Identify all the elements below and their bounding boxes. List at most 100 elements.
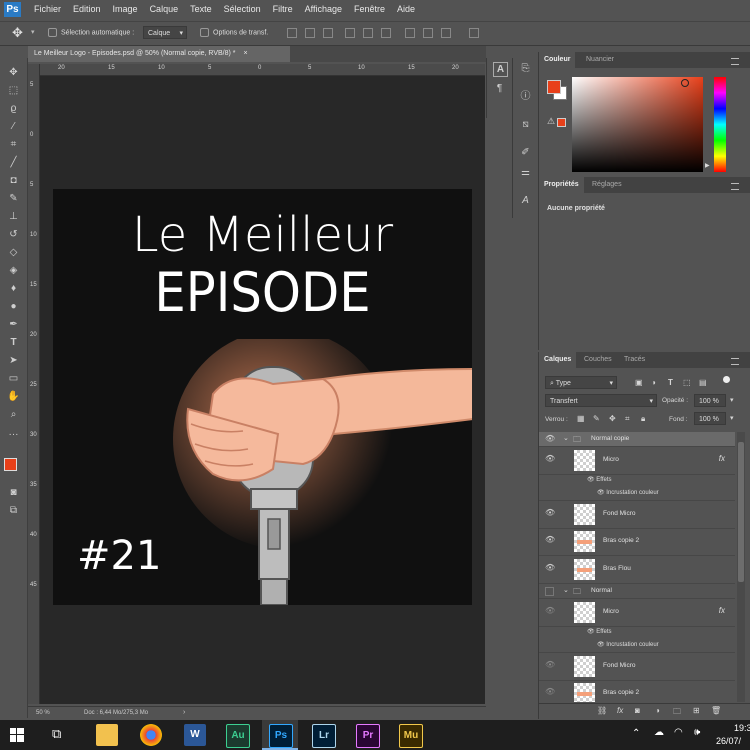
hue-slider[interactable]: [714, 77, 726, 172]
visibility-eye-icon[interactable]: 👁︎: [545, 688, 555, 696]
menu-affichage[interactable]: Affichage: [305, 4, 342, 14]
document-info[interactable]: Doc : 6,44 Mo/275,3 Mo: [84, 710, 148, 716]
chevron-down-icon[interactable]: ▾: [730, 396, 734, 404]
add-style-icon[interactable]: fx: [617, 706, 623, 715]
clock-time[interactable]: 19:3: [734, 723, 750, 733]
visibility-eye-icon[interactable]: 👁︎: [597, 642, 606, 648]
lock-artboard-icon[interactable]: ⌗: [625, 414, 630, 424]
tab-reglages[interactable]: Réglages: [587, 177, 627, 193]
path-select-tool-icon[interactable]: ➤: [6, 354, 21, 368]
eyedropper-tool-icon[interactable]: ╱: [6, 156, 21, 170]
distribute-vcenter-icon[interactable]: [423, 28, 433, 38]
visibility-eye-icon[interactable]: 👁︎: [545, 536, 555, 544]
menu-texte[interactable]: Texte: [190, 4, 212, 14]
menu-edition[interactable]: Edition: [73, 4, 101, 14]
panel-menu-icon[interactable]: [731, 183, 739, 190]
filter-toggle-icon[interactable]: [723, 376, 730, 383]
file-explorer-icon[interactable]: [96, 724, 118, 746]
align-hcenter-icon[interactable]: [363, 28, 373, 38]
layer-bras-copie-2[interactable]: 👁︎ Bras copie 2: [539, 680, 735, 702]
visibility-eye-icon[interactable]: 👁︎: [587, 629, 596, 635]
dodge-tool-icon[interactable]: ●: [6, 300, 21, 314]
healing-tool-icon[interactable]: ◘: [6, 174, 21, 188]
tab-calques[interactable]: Calques: [539, 352, 577, 368]
gradient-tool-icon[interactable]: ◈: [6, 264, 21, 278]
lock-transparent-icon[interactable]: ▦: [577, 414, 585, 423]
tab-nuancier[interactable]: Nuancier: [581, 52, 619, 68]
filter-type-icon[interactable]: T: [668, 378, 673, 387]
add-mask-icon[interactable]: ◙: [635, 706, 640, 715]
zoom-level[interactable]: 50 %: [36, 710, 50, 716]
auto-select-dropdown[interactable]: Calque ▾: [143, 26, 187, 39]
adjustments-panel-icon[interactable]: ⚌: [519, 166, 532, 179]
chevron-down-icon[interactable]: ⌄: [563, 586, 569, 594]
auto-select-checkbox[interactable]: Sélection automatique :: [48, 28, 134, 37]
layer-micro[interactable]: 👁︎ Micro fx: [539, 599, 735, 627]
color-field[interactable]: [572, 77, 703, 172]
task-view-icon[interactable]: ⧉: [52, 726, 61, 742]
visibility-eye-icon[interactable]: 👁︎: [545, 455, 555, 463]
menu-image[interactable]: Image: [113, 4, 138, 14]
move-tool-icon[interactable]: ✥: [12, 25, 23, 41]
lock-paint-icon[interactable]: ✎: [593, 414, 600, 423]
fill-input[interactable]: 100 %: [694, 412, 726, 425]
layer-group-normal[interactable]: ⌄ 🗀︎ Normal: [539, 584, 735, 599]
filter-shape-icon[interactable]: ⬚: [683, 378, 691, 387]
premiere-app-icon[interactable]: Pr: [356, 724, 380, 748]
filter-adjustment-icon[interactable]: ◑: [651, 378, 656, 387]
shape-tool-icon[interactable]: ▭: [6, 372, 21, 386]
artwork-canvas[interactable]: Le Meilleur EPISODE #21: [53, 189, 472, 605]
foreground-color-swatch[interactable]: [547, 80, 561, 94]
vertical-ruler[interactable]: 5 0 5 10 15 20 25 30 35 40 45: [28, 64, 40, 704]
align-right-icon[interactable]: [381, 28, 391, 38]
crop-tool-icon[interactable]: ⌗: [6, 138, 21, 152]
history-panel-icon[interactable]: ⎘: [519, 62, 532, 75]
new-group-icon[interactable]: 🗀︎: [673, 706, 681, 720]
glyphs-panel-icon[interactable]: A: [519, 194, 532, 207]
blur-tool-icon[interactable]: ♦: [6, 282, 21, 296]
align-left-icon[interactable]: [345, 28, 355, 38]
layer-filter-dropdown[interactable]: ⌕ Type ▾: [545, 376, 617, 389]
chevron-down-icon[interactable]: ⌄: [563, 434, 569, 442]
lasso-tool-icon[interactable]: ϱ: [6, 102, 21, 116]
fx-icon[interactable]: fx: [719, 606, 725, 615]
menu-selection[interactable]: Sélection: [224, 4, 261, 14]
pen-tool-icon[interactable]: ✒: [6, 318, 21, 332]
visibility-eye-icon[interactable]: 👁︎: [597, 490, 606, 496]
layer-group-normal-copie[interactable]: 👁︎ ⌄ 🗀︎ Normal copie: [539, 432, 735, 447]
trash-icon[interactable]: 🗑︎: [711, 706, 721, 715]
auto-align-icon[interactable]: [469, 28, 479, 38]
brush-tool-icon[interactable]: ✎: [6, 192, 21, 206]
eraser-tool-icon[interactable]: ◇: [6, 246, 21, 260]
visibility-eye-icon[interactable]: 👁︎: [587, 477, 596, 483]
quick-mask-icon[interactable]: ◙: [6, 486, 21, 500]
layer-effects-row[interactable]: 👁︎ Effets: [587, 626, 612, 639]
transform-options-checkbox[interactable]: Options de transf.: [200, 28, 268, 37]
layer-bras-flou[interactable]: 👁︎ Bras Flou: [539, 556, 735, 584]
visibility-eye-icon[interactable]: 👁︎: [545, 509, 555, 517]
align-top-icon[interactable]: [287, 28, 297, 38]
tab-traces[interactable]: Tracés: [619, 352, 650, 368]
chevron-up-icon[interactable]: ⌃: [632, 728, 640, 739]
chevron-down-icon[interactable]: ▾: [730, 414, 734, 422]
audition-app-icon[interactable]: Au: [226, 724, 250, 748]
layer-effect-color-overlay[interactable]: 👁︎ Incrustation couleur: [597, 639, 659, 652]
color-picker-cursor[interactable]: [681, 79, 689, 87]
menu-aide[interactable]: Aide: [397, 4, 415, 14]
lightroom-app-icon[interactable]: Lr: [312, 724, 336, 748]
paragraph-panel-icon[interactable]: ¶: [493, 82, 506, 95]
document-tab[interactable]: Le Meilleur Logo - Episodes.psd @ 50% (N…: [28, 46, 290, 62]
wifi-icon[interactable]: ◠: [674, 727, 683, 738]
web-safe-color-swatch[interactable]: [557, 118, 566, 127]
muse-app-icon[interactable]: Mu: [399, 724, 423, 748]
tab-proprietes[interactable]: Propriétés: [539, 177, 584, 193]
horizontal-ruler[interactable]: 20 15 10 5 0 5 10 15 20: [40, 64, 485, 76]
visibility-eye-icon[interactable]: 👁︎: [545, 661, 555, 669]
navigator-panel-icon[interactable]: ⧅: [519, 118, 532, 131]
stamp-tool-icon[interactable]: ⊥: [6, 210, 21, 224]
fx-icon[interactable]: fx: [719, 454, 725, 463]
distribute-top-icon[interactable]: [405, 28, 415, 38]
layer-effects-row[interactable]: 👁︎ Effets: [587, 474, 612, 487]
zoom-tool-icon[interactable]: ⌕: [6, 408, 21, 422]
type-tool-icon[interactable]: T: [6, 336, 21, 350]
